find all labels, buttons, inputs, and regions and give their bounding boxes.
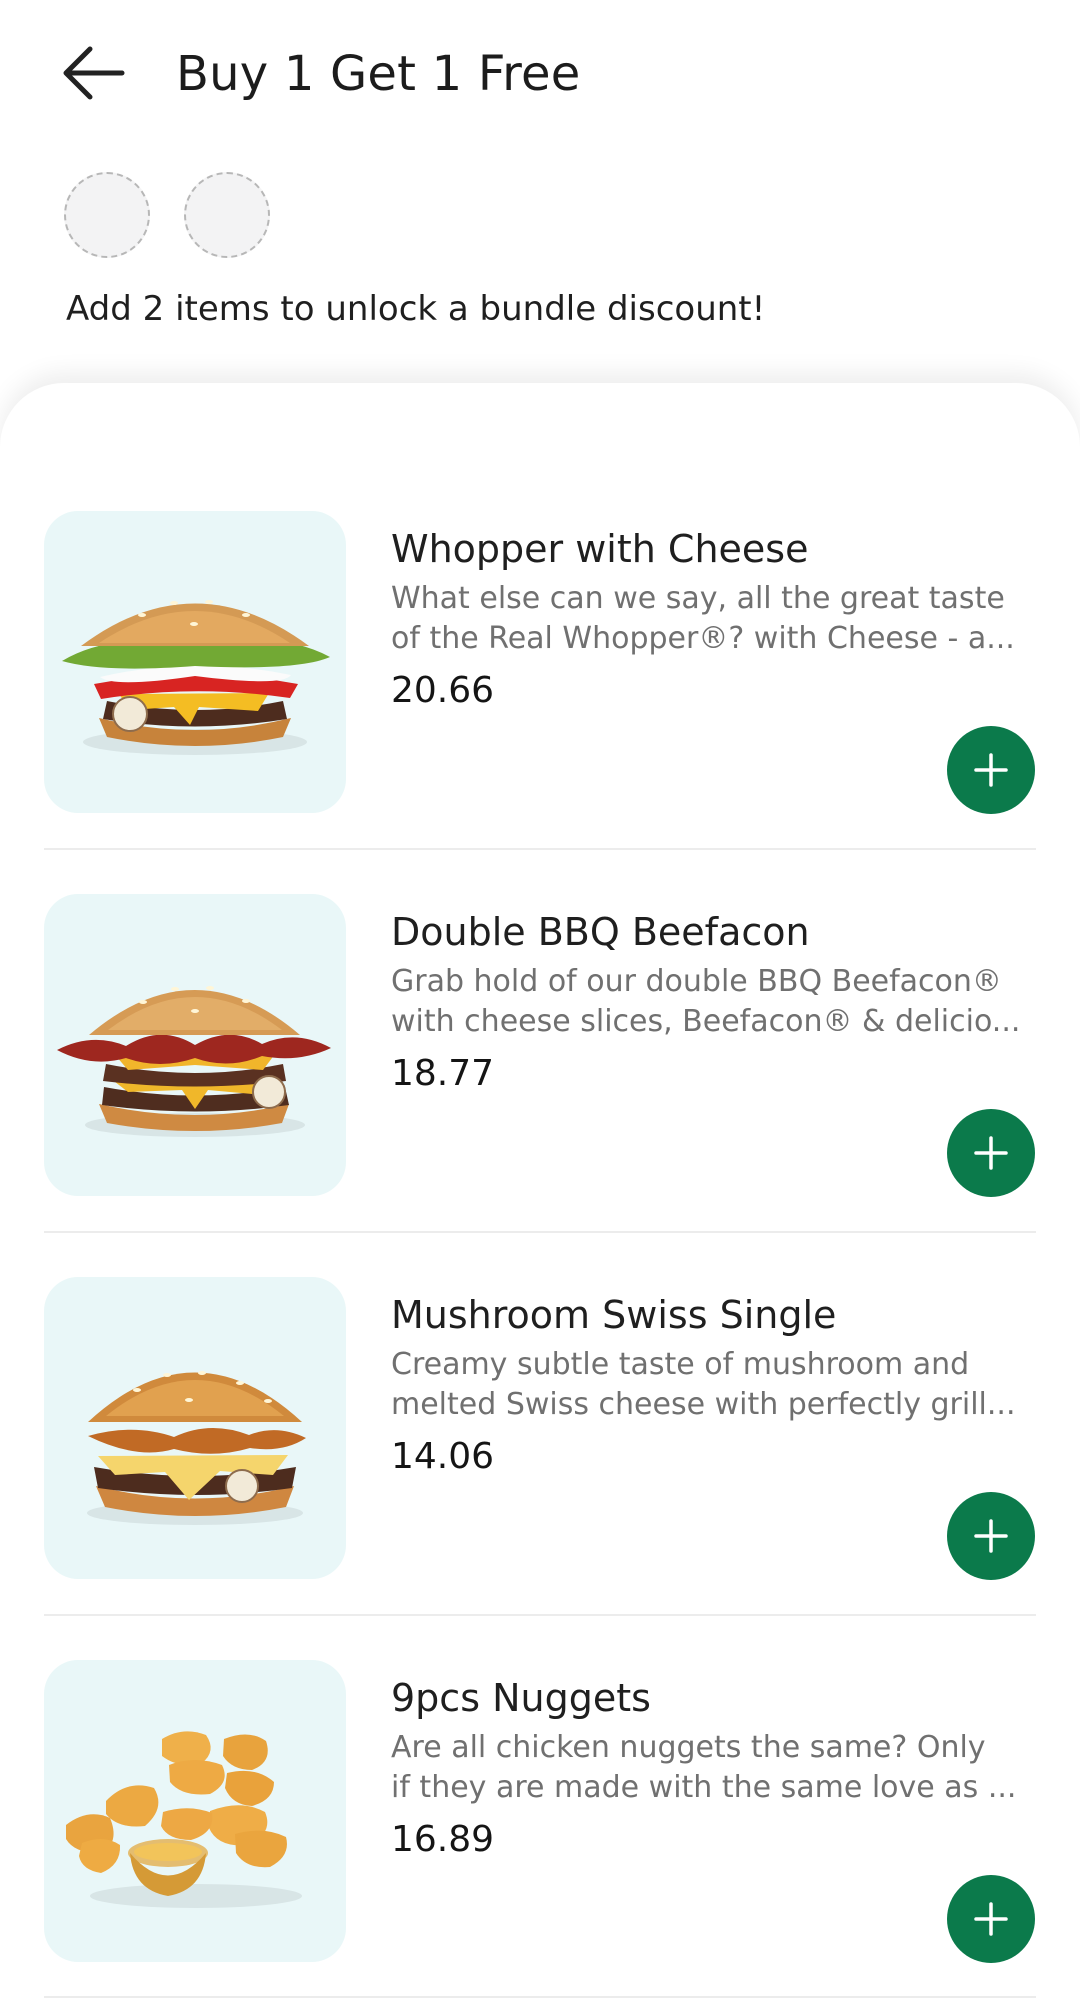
empty-bundle-slot	[64, 172, 150, 258]
product-description: Are all chicken nuggets the same? Only i…	[391, 1730, 1017, 1805]
product-price: 14.06	[391, 1436, 495, 1477]
app-header: Buy 1 Get 1 Free	[0, 0, 1080, 150]
add-to-cart-button[interactable]	[947, 1875, 1035, 1963]
empty-bundle-slot	[184, 172, 270, 258]
bundle-unlock-message: Add 2 items to unlock a bundle discount!	[66, 289, 766, 329]
product-card-9pcs-nuggets[interactable]: 9pcs Nuggets Are all chicken nuggets the…	[44, 1532, 1036, 1998]
product-price: 20.66	[391, 670, 495, 711]
product-name: Double BBQ Beefacon	[391, 910, 810, 954]
product-divider	[44, 1996, 1036, 1998]
product-description: Creamy subtle taste of mushroom and melt…	[391, 1347, 1016, 1422]
product-card-whopper-with-cheese[interactable]: Whopper with Cheese What else can we say…	[44, 383, 1036, 850]
product-name: Whopper with Cheese	[391, 527, 809, 571]
plus-icon	[974, 1902, 1008, 1936]
page-title: Buy 1 Get 1 Free	[176, 46, 581, 102]
back-button[interactable]	[60, 45, 126, 101]
product-price: 16.89	[391, 1819, 495, 1860]
product-description: What else can we say, all the great tast…	[391, 581, 1015, 656]
bundle-slots	[64, 172, 270, 262]
product-card-mushroom-swiss-single[interactable]: Mushroom Swiss Single Creamy subtle tast…	[44, 1149, 1036, 1616]
arrow-left-icon	[63, 46, 125, 100]
product-card-double-bbq-beefacon[interactable]: Double BBQ Beefacon Grab hold of our dou…	[44, 766, 1036, 1233]
product-price: 18.77	[391, 1053, 495, 1094]
product-name: Mushroom Swiss Single	[391, 1293, 837, 1337]
bundle-offer-screen: Buy 1 Get 1 Free Add 2 items to unlock a…	[0, 0, 1080, 2003]
product-image-9pcs-nuggets	[44, 1660, 346, 1962]
product-description: Grab hold of our double BBQ Beefacon® wi…	[391, 964, 1021, 1039]
product-name: 9pcs Nuggets	[391, 1676, 651, 1720]
product-list-sheet: Whopper with Cheese What else can we say…	[0, 383, 1080, 2003]
